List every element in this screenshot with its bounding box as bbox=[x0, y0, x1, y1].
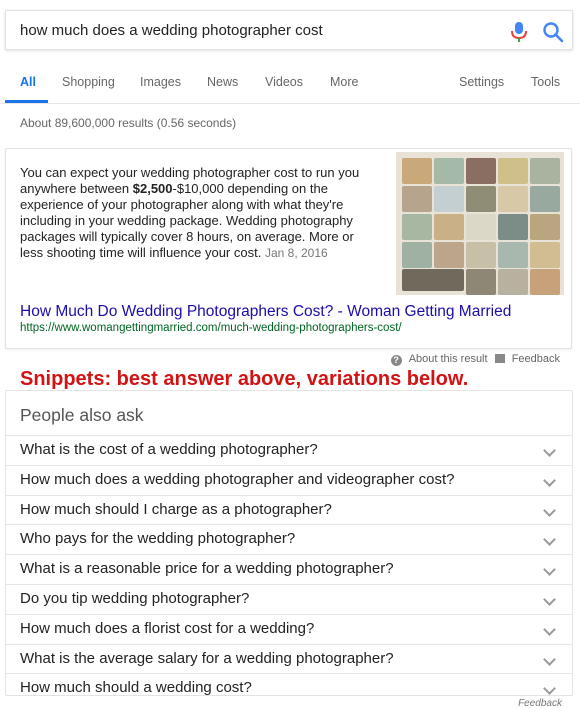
snippet-highlight: $2,500 bbox=[132, 180, 173, 196]
feedback-link[interactable]: Feedback bbox=[512, 353, 560, 365]
feedback-icon bbox=[494, 354, 505, 363]
paa-list: What is the cost of a wedding photograph… bbox=[6, 435, 572, 703]
paa-question[interactable]: What is the average salary for a wedding… bbox=[6, 643, 572, 674]
tab-images[interactable]: Images bbox=[140, 75, 181, 89]
snippet-text: You can expect your wedding photographer… bbox=[20, 165, 360, 260]
annotation-text: Snippets: best answer above, variations … bbox=[20, 368, 469, 390]
chevron-down-icon bbox=[543, 563, 556, 577]
about-this-result-link[interactable]: About this result bbox=[409, 353, 488, 365]
chevron-down-icon bbox=[543, 444, 556, 457]
tab-settings[interactable]: Settings bbox=[459, 75, 504, 89]
feedback-bottom-link[interactable]: Feedback bbox=[518, 698, 562, 709]
chevron-down-icon bbox=[543, 682, 556, 696]
microphone-icon[interactable] bbox=[510, 21, 528, 43]
result-stats: About 89,600,000 results (0.56 seconds) bbox=[20, 116, 237, 130]
paa-question[interactable]: How much should a wedding cost? bbox=[6, 673, 572, 703]
chevron-down-icon bbox=[543, 622, 556, 636]
snippet-image[interactable] bbox=[396, 152, 564, 295]
chevron-down-icon bbox=[543, 473, 556, 487]
tab-all[interactable]: All bbox=[20, 75, 36, 89]
search-box[interactable]: how much does a wedding photographer cos… bbox=[5, 10, 573, 50]
tab-news[interactable]: News bbox=[207, 75, 238, 89]
chevron-down-icon bbox=[543, 652, 556, 666]
paa-question[interactable]: How much does a florist cost for a weddi… bbox=[6, 613, 572, 644]
chevron-down-icon bbox=[543, 593, 556, 606]
snippet-date: Jan 8, 2016 bbox=[264, 245, 328, 260]
featured-snippet: You can expect your wedding photographer… bbox=[5, 148, 572, 349]
about-row: ? About this result Feedback bbox=[387, 353, 560, 366]
chevron-down-icon bbox=[543, 533, 556, 547]
tab-shopping[interactable]: Shopping bbox=[62, 75, 115, 89]
paa-question[interactable]: What is a reasonable price for a wedding… bbox=[6, 554, 572, 584]
search-tabs: All Shopping Images News Videos More Set… bbox=[0, 60, 580, 104]
paa-title: People also ask bbox=[20, 405, 144, 425]
snippet-result-title[interactable]: How Much Do Wedding Photographers Cost? … bbox=[20, 303, 511, 321]
paa-question[interactable]: Do you tip wedding photographer? bbox=[6, 583, 572, 614]
paa-question[interactable]: How much should I charge as a photograph… bbox=[6, 494, 572, 525]
search-icon[interactable] bbox=[542, 21, 564, 43]
paa-question[interactable]: What is the cost of a wedding photograph… bbox=[6, 435, 572, 465]
question-icon: ? bbox=[390, 355, 402, 366]
tab-more[interactable]: More bbox=[330, 75, 358, 89]
tab-videos[interactable]: Videos bbox=[265, 75, 303, 89]
snippet-result-url[interactable]: https://www.womangettingmarried.com/much… bbox=[20, 322, 402, 334]
tabs-divider bbox=[0, 103, 580, 104]
chevron-down-icon bbox=[543, 503, 556, 517]
search-input[interactable]: how much does a wedding photographer cos… bbox=[20, 22, 323, 39]
paa-question[interactable]: Who pays for the wedding photographer? bbox=[6, 524, 572, 554]
people-also-ask: People also ask What is the cost of a we… bbox=[5, 390, 573, 696]
tab-tools[interactable]: Tools bbox=[531, 75, 560, 89]
paa-question[interactable]: How much does a wedding photographer and… bbox=[6, 464, 572, 495]
